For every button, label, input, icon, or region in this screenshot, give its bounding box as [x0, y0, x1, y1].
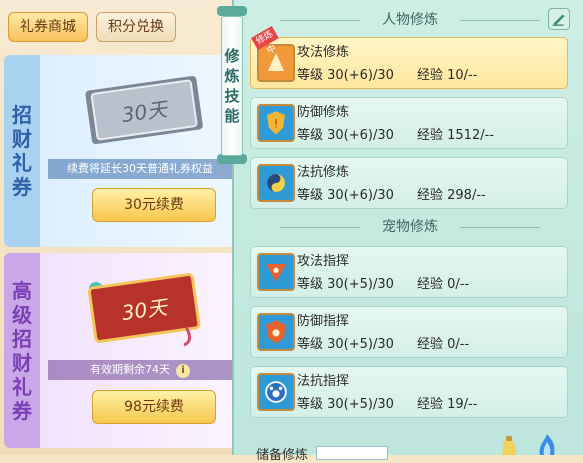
card-premium: 高 级 招 财 礼 券 30天 有效期剩余74天 i 98元续费 — [4, 253, 236, 448]
scroll-title: 修 炼 技 能 — [221, 16, 243, 156]
validity-text: 有效期剩余74天 — [90, 363, 170, 376]
row-level: 等级 30(+5)/30 — [297, 397, 394, 412]
info-icon[interactable]: i — [176, 364, 190, 378]
row-level: 等级 30(+6)/30 — [297, 188, 394, 203]
list-item-pet-defense[interactable]: 防御指挥 等级 30(+5)/30 经验 0/-- — [250, 306, 568, 358]
title-char: 财 — [12, 127, 32, 151]
row-exp: 经验 298/-- — [417, 188, 486, 203]
title-char: 级 — [12, 302, 32, 327]
pet-defense-icon — [257, 313, 295, 351]
row-name: 法抗指挥 — [297, 374, 350, 389]
reserve-value-field[interactable] — [316, 446, 388, 460]
list-item-defense[interactable]: ! 防御修炼 等级 30(+6)/30 经验 1512/-- — [250, 97, 568, 149]
title-char: 礼 — [12, 374, 32, 399]
row-level: 等级 30(+6)/30 — [297, 128, 394, 143]
scroll-char: 技 — [224, 87, 240, 105]
renew-note: 续费将延长30天普通礼券权益 — [48, 159, 232, 179]
skill-scroll: 修 炼 技 能 — [217, 0, 247, 170]
row-level: 等级 30(+6)/30 — [297, 68, 394, 83]
row-name: 攻法指挥 — [297, 254, 350, 269]
scroll-char: 炼 — [224, 67, 240, 85]
magic-resist-icon — [257, 164, 295, 202]
title-char: 礼 — [12, 151, 32, 175]
left-panel: 礼券商城 积分兑换 招 财 礼 券 30天 续费将延长30天普通礼券权益 30元… — [0, 0, 240, 455]
row-name: 攻法修炼 — [297, 45, 350, 60]
reserve-label: 储备修炼 — [256, 448, 309, 463]
renew-98-button[interactable]: 98元续费 — [92, 390, 216, 424]
list-item-attack-magic[interactable]: 修炼中 攻法修炼 等级 30(+6)/30 经验 10/-- — [250, 26, 568, 89]
blue-flame-icon[interactable] — [536, 434, 558, 455]
list-item-pet-resist[interactable]: 法抗指挥 等级 30(+5)/30 经验 19/-- — [250, 366, 568, 418]
tab-shop[interactable]: 礼券商城 — [8, 12, 88, 42]
row-exp: 经验 0/-- — [417, 337, 470, 352]
gold-ticket-icon: 30天 — [74, 267, 214, 347]
card-normal: 招 财 礼 券 30天 续费将延长30天普通礼券权益 30元续费 — [4, 55, 236, 247]
title-char: 高 — [12, 278, 32, 303]
scroll-char: 修 — [224, 47, 240, 65]
section-title-pet: 宠物修炼 — [250, 215, 570, 239]
section-title-character: 人物修炼 — [250, 8, 570, 32]
row-name: 防御修炼 — [297, 105, 350, 120]
row-level: 等级 30(+5)/30 — [297, 337, 394, 352]
title-char: 券 — [12, 398, 32, 423]
title-char: 招 — [12, 103, 32, 127]
row-exp: 经验 0/-- — [417, 277, 470, 292]
title-char: 券 — [12, 175, 32, 199]
renew-30-button[interactable]: 30元续费 — [92, 188, 216, 222]
pet-attack-icon — [257, 253, 295, 291]
list-item-pet-attack[interactable]: 攻法指挥 等级 30(+5)/30 经验 0/-- — [250, 246, 568, 298]
row-exp: 经验 19/-- — [417, 397, 478, 412]
title-char: 财 — [12, 350, 32, 375]
defense-icon: ! — [257, 104, 295, 142]
card-title: 招 财 礼 券 — [4, 55, 40, 247]
silver-ticket-icon: 30天 — [74, 69, 214, 149]
row-name: 法抗修炼 — [297, 165, 350, 180]
title-char: 招 — [12, 326, 32, 351]
pet-resist-icon — [257, 373, 295, 411]
row-exp: 经验 10/-- — [417, 68, 478, 83]
potion-icon[interactable] — [500, 436, 518, 455]
row-exp: 经验 1512/-- — [417, 128, 494, 143]
row-level: 等级 30(+5)/30 — [297, 277, 394, 292]
card-title: 高 级 招 财 礼 券 — [4, 253, 40, 448]
tab-exchange[interactable]: 积分兑换 — [96, 12, 176, 42]
validity-note: 有效期剩余74天 i — [48, 360, 232, 380]
list-item-magic-resist[interactable]: 法抗修炼 等级 30(+6)/30 经验 298/-- — [250, 157, 568, 209]
row-name: 防御指挥 — [297, 314, 350, 329]
svg-text:!: ! — [274, 116, 279, 130]
scroll-char: 能 — [224, 107, 240, 125]
